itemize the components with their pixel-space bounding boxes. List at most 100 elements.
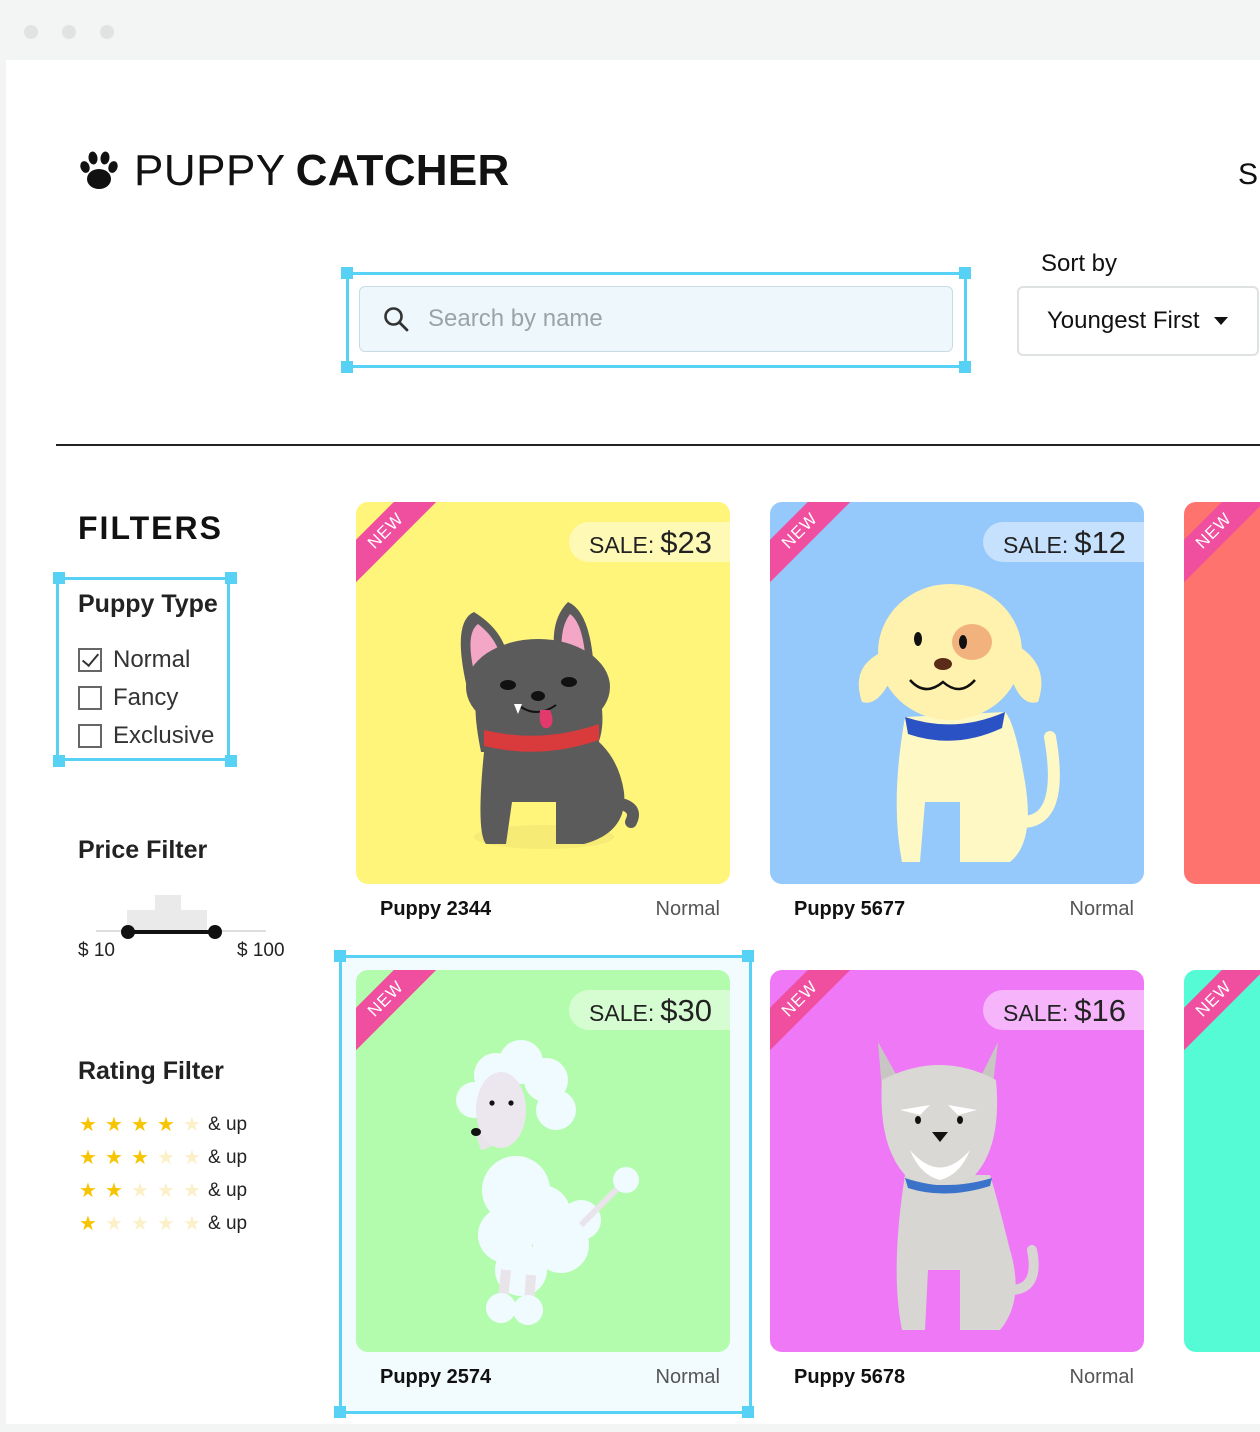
star-icon: ★ (79, 1180, 97, 1202)
selection-handle[interactable] (742, 950, 754, 962)
price-range-slider[interactable] (96, 890, 266, 940)
sale-label: SALE: (1003, 1000, 1069, 1026)
rating-option-1[interactable]: ★ ★ ★ ★ ★ & up (78, 1213, 247, 1235)
product-card[interactable]: NEW SALE: $16 Puppy 5678 Normal (770, 970, 1144, 1400)
filter-option-label: Fancy (113, 684, 179, 711)
star-icon: ★ (105, 1147, 123, 1169)
product-card[interactable]: NEW SALE: $12 Puppy 5677 Normal (770, 502, 1144, 932)
product-name[interactable]: Puppy 5677 (794, 898, 905, 921)
star-icon: ★ (157, 1147, 175, 1169)
selection-handle[interactable] (53, 572, 65, 584)
search-input[interactable] (428, 305, 908, 333)
selection-handle[interactable] (225, 572, 237, 584)
sale-price: $12 (1074, 525, 1126, 560)
rating-option-3[interactable]: ★ ★ ★ ★ ★ & up (78, 1147, 247, 1169)
sale-price-tag: SALE: $16 (983, 990, 1144, 1030)
filter-option-fancy[interactable]: Fancy (78, 684, 178, 712)
selection-handle[interactable] (742, 1406, 754, 1418)
star-icon: ★ (79, 1114, 97, 1136)
sale-price: $23 (660, 525, 712, 560)
star-icon: ★ (131, 1213, 149, 1235)
filter-option-normal[interactable]: Normal (78, 646, 190, 674)
brand-name-light: PUPPY (134, 146, 286, 195)
sale-price: $16 (1074, 993, 1126, 1028)
checkbox[interactable] (78, 724, 102, 748)
selection-handle[interactable] (341, 267, 353, 279)
search-icon (384, 307, 409, 332)
rating-filter-title: Rating Filter (78, 1057, 224, 1085)
price-histogram-bar (155, 895, 181, 932)
star-icon: ★ (131, 1147, 149, 1169)
selection-handle[interactable] (53, 755, 65, 767)
filter-option-label: Normal (113, 646, 191, 673)
puppy-type-title: Puppy Type (78, 590, 218, 618)
sort-dropdown[interactable]: Youngest First (1017, 286, 1259, 356)
selection-handle[interactable] (225, 755, 237, 767)
rating-option-label: & up (208, 1213, 248, 1234)
star-icon: ★ (105, 1114, 123, 1136)
price-min-handle (121, 925, 135, 939)
header-divider (56, 444, 1260, 446)
product-image[interactable]: NEW SALE: $23 (356, 502, 730, 884)
product-image[interactable]: NEW (1184, 970, 1260, 1352)
sort-selected-value: Youngest First (1047, 307, 1200, 334)
price-max-label: $ 100 (237, 940, 285, 961)
product-name[interactable]: Puppy 2574 (380, 1366, 491, 1389)
product-type: Normal (655, 898, 720, 920)
selection-handle[interactable] (334, 1406, 346, 1418)
price-min-label: $ 10 (78, 940, 115, 961)
signin-link[interactable]: Si (1238, 158, 1260, 192)
product-type: Normal (655, 1366, 720, 1388)
star-icon: ★ (157, 1180, 175, 1202)
star-icon: ★ (79, 1213, 97, 1235)
new-badge: NEW (1184, 502, 1260, 592)
brand-logo[interactable]: PUPPY CATCHER (76, 146, 510, 196)
filter-option-label: Exclusive (113, 722, 215, 749)
product-name[interactable]: Puppy 5678 (794, 1366, 905, 1389)
price-histogram-bar (181, 910, 207, 932)
window-close-dot[interactable] (24, 25, 38, 39)
product-card[interactable]: NEW (1184, 502, 1260, 932)
price-filter-title: Price Filter (78, 836, 208, 864)
price-max-handle (208, 925, 222, 939)
product-image[interactable]: NEW SALE: $12 (770, 502, 1144, 884)
sale-label: SALE: (589, 532, 655, 558)
filter-option-exclusive[interactable]: Exclusive (78, 722, 214, 750)
star-icon: ★ (105, 1180, 123, 1202)
selection-handle[interactable] (334, 950, 346, 962)
selection-handle[interactable] (959, 267, 971, 279)
product-image[interactable]: NEW (1184, 502, 1260, 884)
product-card[interactable]: NEW (1184, 970, 1260, 1400)
product-image[interactable]: NEW SALE: $30 (356, 970, 730, 1352)
checkbox[interactable] (78, 686, 102, 710)
rating-option-4[interactable]: ★ ★ ★ ★ ★ & up (78, 1114, 247, 1136)
sale-label: SALE: (1003, 532, 1069, 558)
caret-down-icon (1213, 317, 1228, 325)
sort-label: Sort by (1041, 250, 1118, 277)
rating-option-label: & up (208, 1114, 248, 1135)
new-badge: NEW (1184, 970, 1260, 1060)
checkbox-checked[interactable] (78, 648, 102, 672)
brand-name-bold: CATCHER (295, 146, 510, 195)
filters-title: FILTERS (78, 510, 223, 546)
window-maximize-dot[interactable] (100, 25, 114, 39)
selection-handle[interactable] (341, 361, 353, 373)
star-icon: ★ (183, 1180, 201, 1202)
product-card[interactable]: NEW SALE: $23 Puppy 2344 Normal (356, 502, 730, 932)
sale-price-tag: SALE: $30 (569, 990, 730, 1030)
search-bar (359, 286, 953, 352)
selection-handle[interactable] (959, 361, 971, 373)
star-icon: ★ (183, 1114, 201, 1136)
product-type: Normal (1069, 1366, 1134, 1388)
product-card[interactable]: NEW SALE: $30 Puppy 2574 Normal (356, 970, 730, 1400)
sale-price-tag: SALE: $23 (569, 522, 730, 562)
sale-price: $30 (660, 993, 712, 1028)
product-image[interactable]: NEW SALE: $16 (770, 970, 1144, 1352)
star-icon: ★ (131, 1114, 149, 1136)
window-minimize-dot[interactable] (62, 25, 76, 39)
page: PUPPY CATCHER Si Sort by Youngest First … (6, 60, 1260, 1424)
rating-option-2[interactable]: ★ ★ ★ ★ ★ & up (78, 1180, 247, 1202)
product-name[interactable]: Puppy 2344 (380, 898, 491, 921)
paw-icon (80, 151, 118, 189)
window-chrome (0, 0, 1260, 60)
